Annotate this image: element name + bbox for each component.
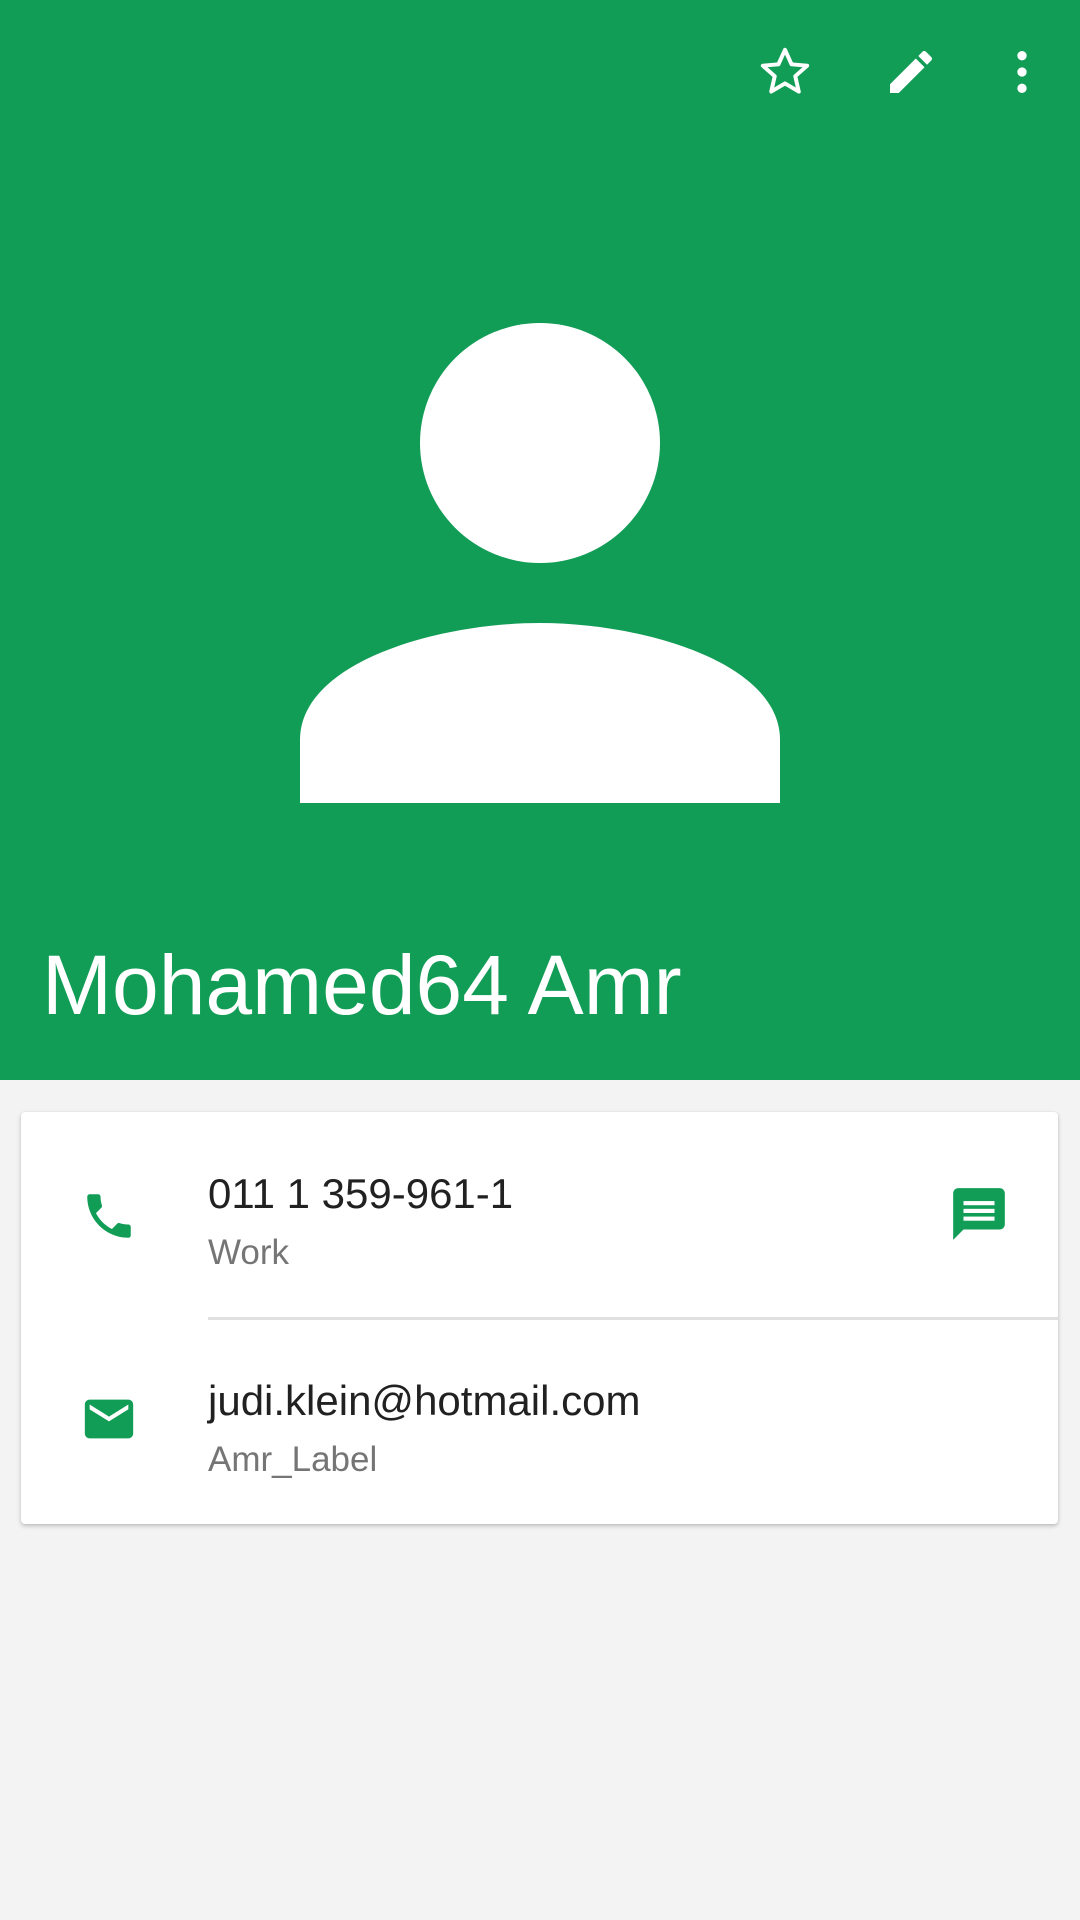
- edit-button[interactable]: [869, 30, 953, 114]
- message-icon: [948, 1183, 1010, 1250]
- email-label: Amr_Label: [208, 1440, 378, 1479]
- contact-header: Mohamed64 Amr: [0, 0, 1080, 1080]
- phone-number: 011 1 359-961-1: [208, 1170, 514, 1217]
- email-address: judi.klein@hotmail.com: [208, 1377, 641, 1424]
- more-options-button[interactable]: [980, 30, 1064, 114]
- contact-details-card: 011 1 359-961-1 Work judi.klein@hotmail.…: [21, 1112, 1058, 1524]
- email-icon: [73, 1383, 145, 1455]
- phone-row[interactable]: 011 1 359-961-1 Work: [21, 1112, 1058, 1317]
- email-row[interactable]: judi.klein@hotmail.com Amr_Label: [21, 1319, 1058, 1524]
- contact-name: Mohamed64 Amr: [42, 938, 682, 1032]
- favorite-button[interactable]: [743, 30, 827, 114]
- phone-icon: [73, 1180, 145, 1252]
- pencil-icon: [883, 44, 939, 100]
- star-outline-icon: [757, 44, 813, 100]
- person-placeholder-icon: [0, 0, 1080, 1080]
- send-message-button[interactable]: [937, 1174, 1021, 1258]
- more-vert-icon: [994, 44, 1050, 100]
- phone-type: Work: [208, 1233, 290, 1272]
